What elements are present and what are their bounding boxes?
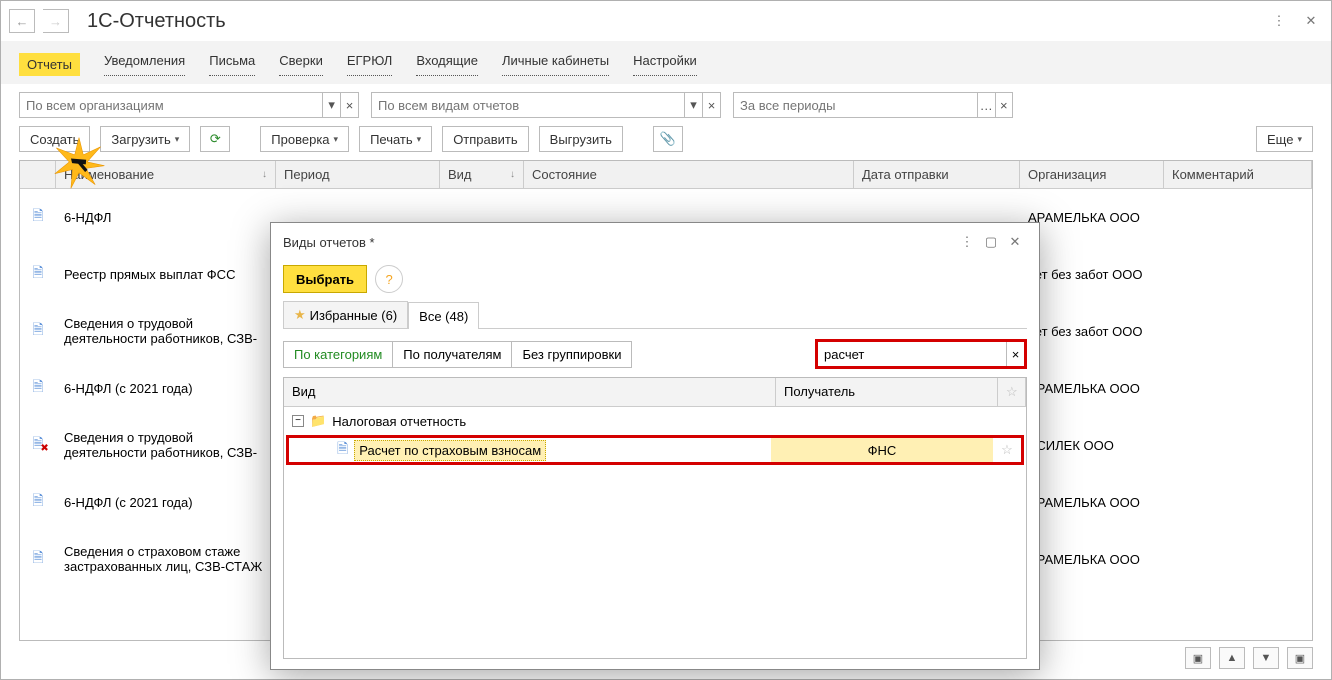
clear-icon[interactable]: × [995,93,1013,117]
row-org: АРАМЕЛЬКА ООО [1020,204,1164,231]
search-box: × [815,339,1027,369]
scroll-bottom-icon[interactable]: ▣ [1287,647,1313,669]
col-senddate[interactable]: Дата отправки [854,161,1020,188]
row-name: 6-НДФЛ (с 2021 года) [56,375,276,402]
row-org: АСИЛЕК ООО [1020,432,1164,459]
more-button[interactable]: Еще▾ [1256,126,1313,152]
dialog-close-icon[interactable]: ✕ [1003,230,1027,254]
row-name: Реестр прямых выплат ФСС [56,261,276,288]
seg-no-grouping[interactable]: Без группировки [512,341,632,368]
chevron-down-icon[interactable]: ▾ [322,93,340,117]
dialog-menu-icon[interactable]: ⋮ [955,230,979,254]
help-icon[interactable]: ? [375,265,403,293]
nav-back-button[interactable]: ← [9,9,35,33]
tab-settings[interactable]: Настройки [633,53,697,76]
filter-kind-input[interactable] [372,93,684,117]
tab-notifications[interactable]: Уведомления [104,53,185,76]
send-button[interactable]: Отправить [442,126,528,152]
main-tabs: Отчеты Уведомления Письма Сверки ЕГРЮЛ В… [1,41,1331,84]
tab-favorites[interactable]: ★ Избранные (6) [283,301,408,328]
search-clear-icon[interactable]: × [1006,342,1024,366]
doc-error-icon: 🗎✖ [32,435,43,451]
doc-icon: 🗎 [32,321,43,337]
export-button[interactable]: Выгрузить [539,126,623,152]
row-name: Сведения о трудовой деятельности работни… [56,310,276,352]
scroll-top-icon[interactable]: ▣ [1185,647,1211,669]
scroll-down-icon[interactable]: ▼ [1253,647,1279,669]
attach-icon[interactable]: 📎 [653,126,683,152]
clear-icon[interactable]: × [702,93,720,117]
col-comment[interactable]: Комментарий [1164,161,1312,188]
folder-icon: 📁 [310,413,326,429]
scroll-up-icon[interactable]: ▲ [1219,647,1245,669]
tab-inbox[interactable]: Входящие [416,53,478,76]
modal-col-kind[interactable]: Вид [284,378,776,406]
col-name[interactable]: Наименование↓ [56,161,276,188]
row-name: 6-НДФЛ [56,204,276,231]
modal-col-star[interactable]: ☆ [998,378,1026,406]
check-button[interactable]: Проверка▾ [260,126,349,152]
doc-icon: 🗎 [32,264,43,280]
filter-period-input[interactable] [734,93,977,117]
tab-egryul[interactable]: ЕГРЮЛ [347,53,392,76]
tab-reconciliation[interactable]: Сверки [279,53,323,76]
refresh-icon[interactable]: ⟳ [200,126,230,152]
ellipsis-icon[interactable]: … [977,93,995,117]
dialog-maximize-icon[interactable]: ▢ [979,230,1003,254]
col-kind[interactable]: Вид↓ [440,161,524,188]
menu-icon[interactable]: ⋮ [1267,9,1291,33]
tab-accounts[interactable]: Личные кабинеты [502,53,609,76]
seg-by-category[interactable]: По категориям [283,341,393,368]
selected-report-label: Расчет по страховым взносам [354,440,546,461]
row-org: чет без забот ООО [1020,318,1164,345]
doc-icon: 🗎 [32,207,43,223]
seg-by-recipient[interactable]: По получателям [393,341,512,368]
selected-report-row[interactable]: 🗎 Расчет по страховым взносам ФНС ☆ [286,435,1024,465]
doc-icon: 🗎 [32,378,43,394]
doc-icon: 🗎 [337,438,348,462]
close-icon[interactable]: ✕ [1299,9,1323,33]
tab-letters[interactable]: Письма [209,53,255,76]
row-org: АРАМЕЛЬКА ООО [1020,489,1164,516]
row-org: АРАМЕЛЬКА ООО [1020,375,1164,402]
col-period[interactable]: Период [276,161,440,188]
row-name: Сведения о трудовой деятельности работни… [56,424,276,466]
tree-collapse-icon[interactable]: − [292,415,304,427]
selected-report-recipient: ФНС [771,438,993,462]
page-title: 1С-Отчетность [87,10,226,33]
load-button[interactable]: Загрузить▾ [100,126,190,152]
star-icon: ★ [294,307,306,323]
col-state[interactable]: Состояние [524,161,854,188]
tab-reports[interactable]: Отчеты [19,53,80,76]
group-label: Налоговая отчетность [332,414,466,429]
clear-icon[interactable]: × [340,93,358,117]
doc-icon: 🗎 [32,492,43,508]
chevron-down-icon[interactable]: ▾ [684,93,702,117]
nav-forward-button[interactable]: → [43,9,69,33]
row-org: чет без забот ООО [1020,261,1164,288]
select-button[interactable]: Выбрать [283,265,367,293]
star-outline-icon[interactable]: ☆ [993,442,1021,458]
tab-all[interactable]: Все (48) [408,302,479,329]
search-input[interactable] [818,342,1006,366]
modal-col-recipient[interactable]: Получатель [776,378,998,406]
create-button[interactable]: Создать [19,126,90,152]
print-button[interactable]: Печать▾ [359,126,432,152]
row-name: 6-НДФЛ (с 2021 года) [56,489,276,516]
dialog-title: Виды отчетов * [283,235,375,250]
row-org: АРАМЕЛЬКА ООО [1020,546,1164,573]
report-types-dialog: Виды отчетов * ⋮ ▢ ✕ Выбрать ? ★ Избранн… [270,222,1040,670]
col-org[interactable]: Организация [1020,161,1164,188]
filter-org-input[interactable] [20,93,322,117]
doc-icon: 🗎 [32,549,43,565]
tree-group-row[interactable]: − 📁 Налоговая отчетность [284,409,1026,433]
row-name: Сведения о страховом стаже застрахованны… [56,538,276,580]
